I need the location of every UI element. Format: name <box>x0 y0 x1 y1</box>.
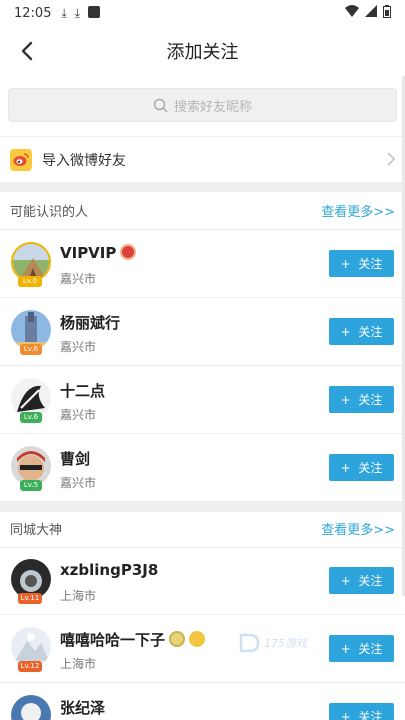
follow-label: 关注 <box>358 574 383 588</box>
follow-label: 关注 <box>358 642 383 656</box>
search-input[interactable]: 搜索好友昵称 <box>8 88 397 122</box>
view-more-link[interactable]: 查看更多>> <box>321 201 395 220</box>
level-badge: Lv.0 <box>18 276 42 287</box>
plus-icon: + <box>340 573 351 588</box>
avatar[interactable] <box>11 695 51 720</box>
plus-icon: + <box>340 324 351 339</box>
user-city: 上海市 <box>60 657 97 671</box>
weibo-icon <box>10 148 32 171</box>
user-name-text: VIPVIP <box>60 244 117 262</box>
status-right <box>345 4 391 22</box>
user-name: VIPVIP <box>60 244 137 262</box>
section-header-local-experts: 同城大神 查看更多>> <box>0 510 405 548</box>
follow-button[interactable]: + 关注 <box>329 250 394 277</box>
user-row[interactable]: Lv.6 十二点 嘉兴市 + 关注 <box>0 366 405 434</box>
level-badge: Lv.12 <box>18 661 42 672</box>
follow-button[interactable]: + 关注 <box>329 703 394 720</box>
medal-icon <box>169 631 186 647</box>
user-name: xzblingP3J8 <box>60 561 159 579</box>
import-weibo-label: 导入微博好友 <box>42 152 126 169</box>
signal-icon <box>365 5 377 21</box>
watermark-logo-icon <box>239 633 260 653</box>
follow-button[interactable]: + 关注 <box>329 386 394 413</box>
watermark-text: 175游戏 <box>264 637 307 650</box>
download-icon: ⤓ <box>74 5 81 20</box>
user-city: 嘉兴市 <box>60 272 97 286</box>
search-icon <box>153 98 168 113</box>
wifi-icon <box>345 5 359 21</box>
user-row[interactable]: 张纪泽 + 关注 <box>0 683 405 720</box>
app-notification-icon <box>88 5 101 21</box>
user-row[interactable]: Lv.5 曹剑 嘉兴市 + 关注 <box>0 434 405 502</box>
status-time: 12:05 <box>14 5 52 21</box>
view-more-link[interactable]: 查看更多>> <box>321 519 395 538</box>
plus-icon: + <box>340 256 351 271</box>
user-name-text: 嘻嘻哈哈一下子 <box>60 631 166 649</box>
user-row[interactable]: Lv.0 VIPVIP 嘉兴市 + 关注 <box>0 230 405 298</box>
plus-icon: + <box>340 460 351 475</box>
follow-button[interactable]: + 关注 <box>329 318 394 345</box>
bell-icon <box>189 631 206 647</box>
watermark: 175游戏 <box>238 630 358 656</box>
chevron-right-icon <box>387 152 395 166</box>
plus-icon: + <box>340 392 351 407</box>
user-city: 嘉兴市 <box>60 408 97 422</box>
follow-label: 关注 <box>358 257 383 271</box>
section-title: 同城大神 <box>10 523 63 538</box>
nav-bar: 添加关注 <box>0 26 405 76</box>
user-name: 杨丽斌行 <box>60 314 121 332</box>
user-city: 嘉兴市 <box>60 476 97 490</box>
user-city: 上海市 <box>60 589 97 603</box>
follow-label: 关注 <box>358 710 383 720</box>
search-area: 搜索好友昵称 <box>0 80 405 130</box>
download-icon: ⤓ <box>61 5 67 20</box>
section-divider <box>0 182 405 192</box>
level-badge: Lv.6 <box>20 344 42 355</box>
follow-label: 关注 <box>358 393 383 407</box>
search-placeholder: 搜索好友昵称 <box>173 99 252 115</box>
user-name: 张纪泽 <box>60 699 106 717</box>
import-weibo-row[interactable]: 导入微博好友 <box>0 136 405 182</box>
section-title: 可能认识的人 <box>10 205 89 220</box>
page-title: 添加关注 <box>166 42 239 63</box>
level-badge: Lv.5 <box>20 480 42 491</box>
level-badge: Lv.6 <box>20 412 42 423</box>
follow-label: 关注 <box>358 461 383 475</box>
plus-icon: + <box>340 709 351 720</box>
user-row[interactable]: Lv.11 xzblingP3J8 上海市 + 关注 <box>0 547 405 615</box>
user-city: 嘉兴市 <box>60 340 97 354</box>
user-row[interactable]: Lv.6 杨丽斌行 嘉兴市 + 关注 <box>0 298 405 366</box>
chevron-left-icon <box>21 41 33 61</box>
battery-icon <box>383 4 391 22</box>
user-name: 嘻嘻哈哈一下子 <box>60 629 206 650</box>
follow-button[interactable]: + 关注 <box>329 454 394 481</box>
follow-button[interactable]: + 关注 <box>329 567 394 594</box>
user-name: 十二点 <box>60 382 106 400</box>
level-badge: Lv.11 <box>18 593 42 604</box>
medal-icon <box>120 244 137 260</box>
user-name: 曹剑 <box>60 450 91 468</box>
status-bar: 12:05 ⤓ ⤓ <box>0 0 405 26</box>
section-header-possible-acquaintances: 可能认识的人 查看更多>> <box>0 192 405 230</box>
back-button[interactable] <box>14 37 40 65</box>
follow-label: 关注 <box>358 325 383 339</box>
